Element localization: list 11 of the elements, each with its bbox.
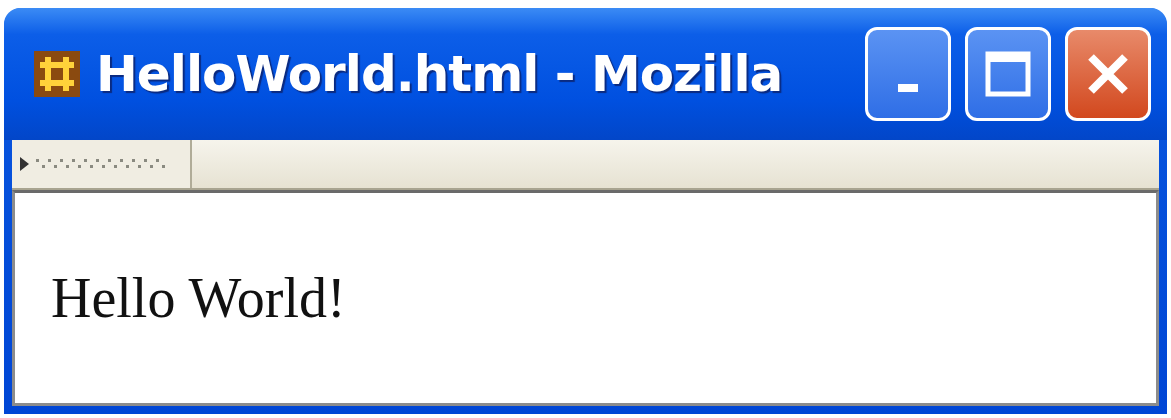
maximize-button[interactable] [965, 27, 1051, 121]
toolbar-grip[interactable] [12, 140, 192, 188]
page-text: Hello World! [51, 266, 346, 330]
grip-dots-icon [36, 157, 166, 171]
minimize-icon [898, 84, 918, 92]
minimize-button[interactable] [865, 27, 951, 121]
close-button[interactable] [1065, 27, 1151, 121]
triangle-icon [20, 157, 30, 171]
maximize-icon [983, 49, 1033, 99]
window-title: HelloWorld.html - Mozilla [96, 45, 784, 103]
app-icon [32, 49, 82, 99]
